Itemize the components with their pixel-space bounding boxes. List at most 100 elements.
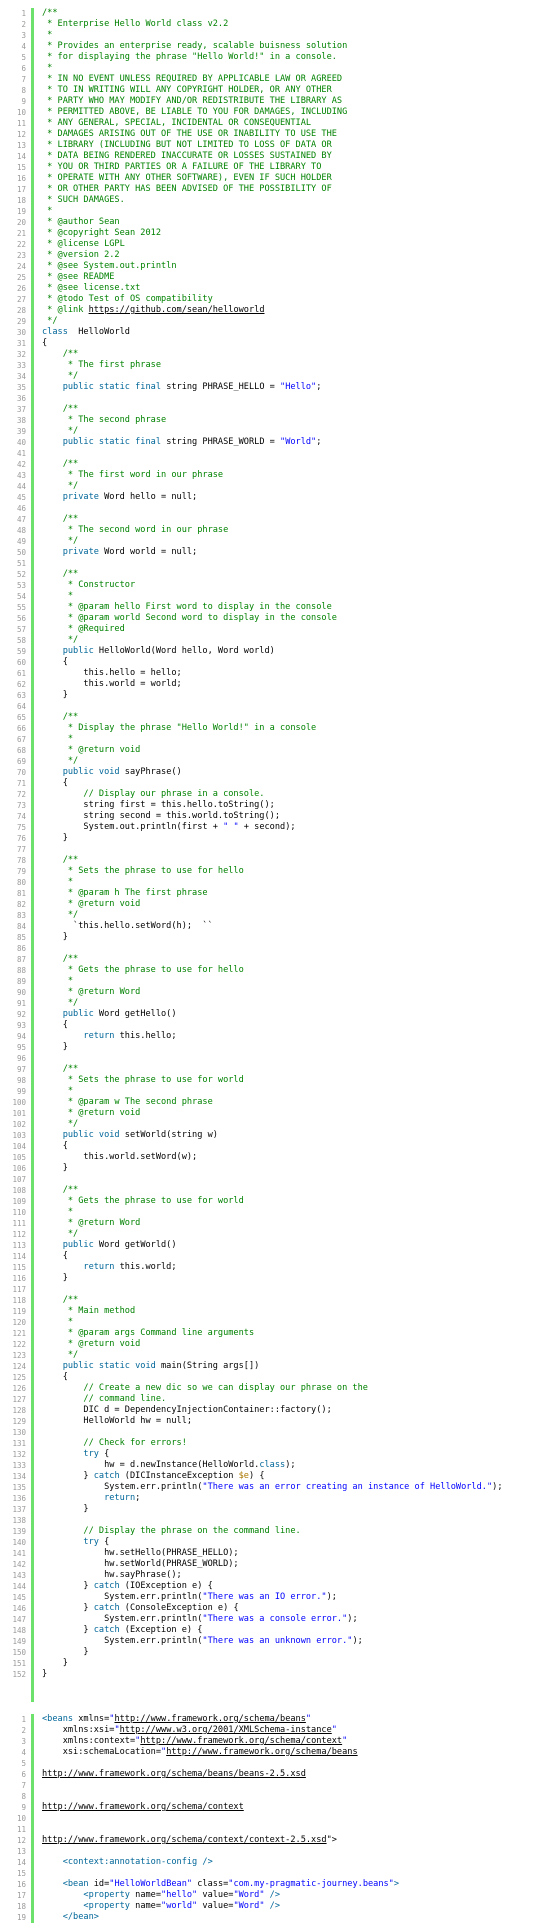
code-link[interactable]: http://www.framework.org/schema/beans (114, 1714, 305, 1724)
code-line: * @version 2.2 (42, 250, 560, 261)
code-token: * @return Word (42, 987, 141, 997)
code-token: * @see System.out.println (42, 261, 177, 271)
code-token: * @param w The second phrase (42, 1097, 213, 1107)
line-number: 2 (21, 20, 26, 29)
code-line: * @param h The first phrase (42, 888, 560, 899)
code-line: * @return void (42, 1339, 560, 1350)
code-token: ; (316, 382, 322, 392)
line-number: 8 (21, 86, 26, 95)
line-number: 131 (12, 1439, 26, 1448)
code-token: "Word" (233, 1890, 265, 1900)
code-link[interactable]: http://www.framework.org/schema/beans/be… (42, 1769, 306, 1779)
code-line: */ (42, 1229, 560, 1240)
code-token: main(String args[]) (161, 1361, 260, 1371)
line-number: 16 (16, 174, 26, 183)
line-number: 88 (16, 966, 26, 975)
line-number: 84 (16, 922, 26, 931)
code-token: ); (326, 1592, 337, 1602)
line-number: 139 (12, 1527, 26, 1536)
code-token: string PHRASE_HELLO = (166, 382, 281, 392)
line-number: 57 (16, 625, 26, 634)
line-number: 36 (16, 394, 26, 403)
line-number: 94 (16, 1032, 26, 1041)
code-token: try (42, 1537, 105, 1547)
code-line: * Main method (42, 1306, 560, 1317)
code-token: /** (42, 1185, 79, 1195)
code-token: * PARTY WHO MAY MODIFY AND/OR REDISTRIBU… (42, 96, 343, 106)
line-number: 9 (21, 97, 26, 106)
line-number: 60 (16, 658, 26, 667)
code-token: catch (93, 1581, 120, 1591)
line-number: 126 (12, 1384, 26, 1393)
code-token: private (42, 547, 105, 557)
code-token: * OPERATE WITH ANY OTHER SOFTWARE), EVEN… (42, 173, 332, 183)
line-number: 61 (16, 669, 26, 678)
code-token: hw.sayPhrase(); (42, 1570, 182, 1580)
code-line: System.err.println("There was an error c… (42, 1482, 560, 1493)
line-number: 83 (16, 911, 26, 920)
code-token: * @param world Second word to display in… (42, 613, 337, 623)
code-line: * The first word in our phrase (42, 470, 560, 481)
line-number: 15 (16, 163, 26, 172)
code-token: xmlns:xsi= (42, 1725, 115, 1735)
code-token: */ (42, 1119, 79, 1129)
code-token: * LIBRARY (INCLUDING BUT NOT LIMITED TO … (42, 140, 332, 150)
code-line: * Display the phrase "Hello World!" in a… (42, 723, 560, 734)
code-token: string PHRASE_WORLD = (166, 437, 281, 447)
code-token: " (331, 1725, 337, 1735)
code-line: * @return void (42, 899, 560, 910)
code-token: */ (42, 1350, 79, 1360)
code-line: /** (42, 349, 560, 360)
code-line: class HelloWorld (42, 327, 560, 338)
line-number: 101 (12, 1109, 26, 1118)
code-token: /** (42, 459, 79, 469)
code-line: DIC d = DependencyInjectionContainer::fa… (42, 1405, 560, 1416)
line-number: 30 (16, 328, 26, 337)
line-number: 41 (16, 449, 26, 458)
code-token: * @return void (42, 1108, 141, 1118)
code-link[interactable]: http://www.framework.org/schema/context (42, 1802, 244, 1812)
line-number: 15 (16, 1869, 26, 1878)
code-line: * TO IN WRITING WILL ANY COPYRIGHT HOLDE… (42, 85, 560, 96)
code-token: HelloWorld (67, 327, 130, 337)
code-link[interactable]: http://www.w3.org/2001/XMLSchema-instanc… (120, 1725, 332, 1735)
code-token: public static final (42, 382, 167, 392)
code-token: class (259, 1460, 286, 1470)
line-number: 5 (21, 53, 26, 62)
code-link[interactable]: http://www.framework.org/schema/beans (166, 1747, 357, 1757)
code-line: /** (42, 8, 560, 19)
code-link[interactable]: http://www.framework.org/schema/context/… (42, 1835, 327, 1845)
line-number: 95 (16, 1043, 26, 1052)
code-token: * SUCH DAMAGES. (42, 195, 125, 205)
code-token: * Gets the phrase to use for hello (42, 965, 244, 975)
code-token: this.hello = hello; (42, 668, 182, 678)
line-number: 73 (16, 801, 26, 810)
code-line: } (42, 1504, 560, 1515)
code-token: * (42, 1207, 74, 1217)
code-link[interactable]: http://www.framework.org/schema/context (140, 1736, 342, 1746)
code-token: * @author Sean (42, 217, 120, 227)
code-token: "> (326, 1835, 337, 1845)
code-token: * (42, 591, 74, 601)
code-line: } (42, 833, 560, 844)
code-link[interactable]: https://github.com/sean/helloworld (89, 305, 265, 315)
line-number: 76 (16, 834, 26, 843)
code-token: { (104, 1449, 110, 1459)
code-token: } (42, 1163, 68, 1173)
code-line: * @see README (42, 272, 560, 283)
code-line: } (42, 1042, 560, 1053)
code-token: } (42, 932, 68, 942)
code-line: * @return Word (42, 1218, 560, 1229)
code-line: return this.hello; (42, 1031, 560, 1042)
code-line: * OPERATE WITH ANY OTHER SOFTWARE), EVEN… (42, 173, 560, 184)
code-token: */ (42, 1229, 79, 1239)
code-line: xsi:schemaLocation="http://www.framework… (42, 1747, 560, 1758)
line-number: 18 (16, 196, 26, 205)
code-line: /** (42, 954, 560, 965)
line-number: 78 (16, 856, 26, 865)
code-token: name= (135, 1890, 162, 1900)
